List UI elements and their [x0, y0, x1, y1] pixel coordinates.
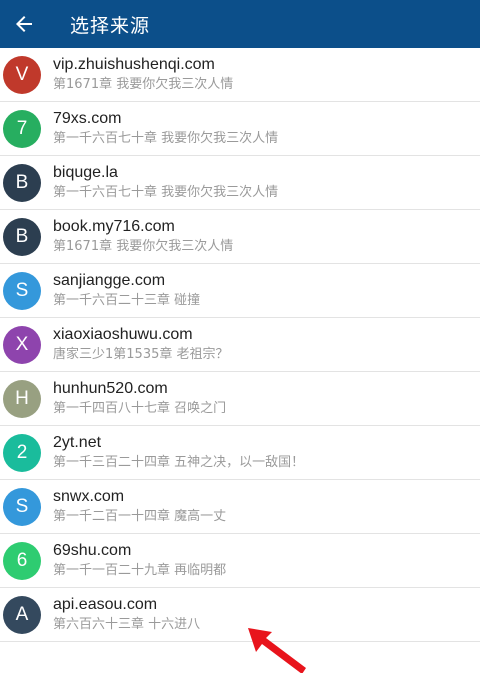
- source-name: api.easou.com: [53, 596, 158, 613]
- source-text: sanjiangge.com 第一千六百二十三章 碰撞: [53, 271, 200, 310]
- source-item[interactable]: 6 69shu.com 第一千一百二十九章 再临明都: [0, 534, 480, 588]
- source-latest-chapter: 第1671章 我要你欠我三次人情: [53, 77, 234, 92]
- source-name: snwx.com: [53, 488, 125, 505]
- source-text: xiaoxiaoshuwu.com 唐家三少1第1535章 老祖宗？: [53, 325, 229, 364]
- source-avatar: 6: [3, 541, 41, 580]
- source-latest-chapter: 第一千二百一十四章 魔高一丈: [53, 509, 227, 524]
- source-text: api.easou.com 第六百六十三章 十六进八: [53, 595, 200, 634]
- source-avatar: X: [3, 325, 41, 364]
- source-name: 69shu.com: [53, 542, 132, 559]
- source-latest-chapter: 第六百六十三章 十六进八: [53, 617, 201, 632]
- source-item[interactable]: Aapi.easou.com 第六百六十三章 十六进八: [0, 588, 480, 642]
- source-latest-chapter: 第一千六百二十三章 碰撞: [53, 293, 201, 308]
- red-arrow-annotation-icon: [248, 628, 306, 673]
- source-list: Vvip.zhuishushenqi.com 第1671章 我要你欠我三次人情 7 7…: [0, 48, 480, 642]
- source-item[interactable]: Hhunhun520.com 第一千四百八十七章 召唤之门: [0, 372, 480, 426]
- source-picker-screen: 选择来源 Vvip.zhuishushenqi.com 第1671章 我要你欠我三…: [0, 0, 480, 673]
- app-bar: 选择来源: [0, 0, 480, 48]
- source-avatar: V: [3, 55, 41, 94]
- source-name: 2yt.net: [53, 434, 102, 451]
- source-name: biquge.la: [53, 164, 118, 181]
- source-text: 69shu.com 第一千一百二十九章 再临明都: [53, 541, 226, 580]
- source-latest-chapter: 第一千四百八十七章 召唤之门: [53, 401, 227, 416]
- source-avatar: H: [3, 379, 41, 418]
- source-item[interactable]: Ssnwx.com 第一千二百一十四章 魔高一丈: [0, 480, 480, 534]
- source-latest-chapter: 第一千一百二十九章 再临明都: [53, 563, 227, 578]
- source-name: book.my716.com: [53, 218, 175, 235]
- source-avatar: B: [3, 163, 41, 202]
- source-text: 2yt.net 第一千三百二十四章 五神之决，以一敌国！: [53, 433, 304, 472]
- source-avatar: S: [3, 487, 41, 526]
- source-item[interactable]: Bbiquge.la 第一千六百七十章 我要你欠我三次人情: [0, 156, 480, 210]
- source-avatar: 7: [3, 109, 41, 148]
- source-avatar: A: [3, 595, 41, 634]
- source-text: 79xs.com 第一千六百七十章 我要你欠我三次人情: [53, 109, 278, 148]
- source-latest-chapter: 第一千六百七十章 我要你欠我三次人情: [53, 131, 279, 146]
- source-item[interactable]: Bbook.my716.com 第1671章 我要你欠我三次人情: [0, 210, 480, 264]
- page-title: 选择来源: [70, 14, 151, 37]
- source-text: vip.zhuishushenqi.com 第1671章 我要你欠我三次人情: [53, 55, 233, 94]
- source-text: snwx.com 第一千二百一十四章 魔高一丈: [53, 487, 226, 526]
- source-latest-chapter: 第1671章 我要你欠我三次人情: [53, 239, 234, 254]
- source-latest-chapter: 第一千三百二十四章 五神之决，以一敌国！: [53, 455, 305, 470]
- source-item[interactable]: Xxiaoxiaoshuwu.com 唐家三少1第1535章 老祖宗？: [0, 318, 480, 372]
- source-avatar: S: [3, 271, 41, 310]
- source-name: xiaoxiaoshuwu.com: [53, 326, 193, 343]
- source-item[interactable]: Vvip.zhuishushenqi.com 第1671章 我要你欠我三次人情: [0, 48, 480, 102]
- source-text: biquge.la 第一千六百七十章 我要你欠我三次人情: [53, 163, 278, 202]
- source-name: sanjiangge.com: [53, 272, 166, 289]
- source-text: hunhun520.com 第一千四百八十七章 召唤之门: [53, 379, 226, 418]
- source-name: vip.zhuishushenqi.com: [53, 56, 215, 73]
- source-item[interactable]: Ssanjiangge.com 第一千六百二十三章 碰撞: [0, 264, 480, 318]
- source-text: book.my716.com 第1671章 我要你欠我三次人情: [53, 217, 233, 256]
- source-item[interactable]: 2 2yt.net 第一千三百二十四章 五神之决，以一敌国！: [0, 426, 480, 480]
- source-item[interactable]: 7 79xs.com 第一千六百七十章 我要你欠我三次人情: [0, 102, 480, 156]
- source-avatar: B: [3, 217, 41, 256]
- source-latest-chapter: 第一千六百七十章 我要你欠我三次人情: [53, 185, 279, 200]
- back-button[interactable]: [0, 0, 48, 48]
- source-name: hunhun520.com: [53, 380, 168, 397]
- source-avatar: 2: [3, 433, 41, 472]
- arrow-left-icon: [16, 16, 32, 32]
- source-latest-chapter: 唐家三少1第1535章 老祖宗？: [53, 347, 229, 362]
- source-name: 79xs.com: [53, 110, 122, 127]
